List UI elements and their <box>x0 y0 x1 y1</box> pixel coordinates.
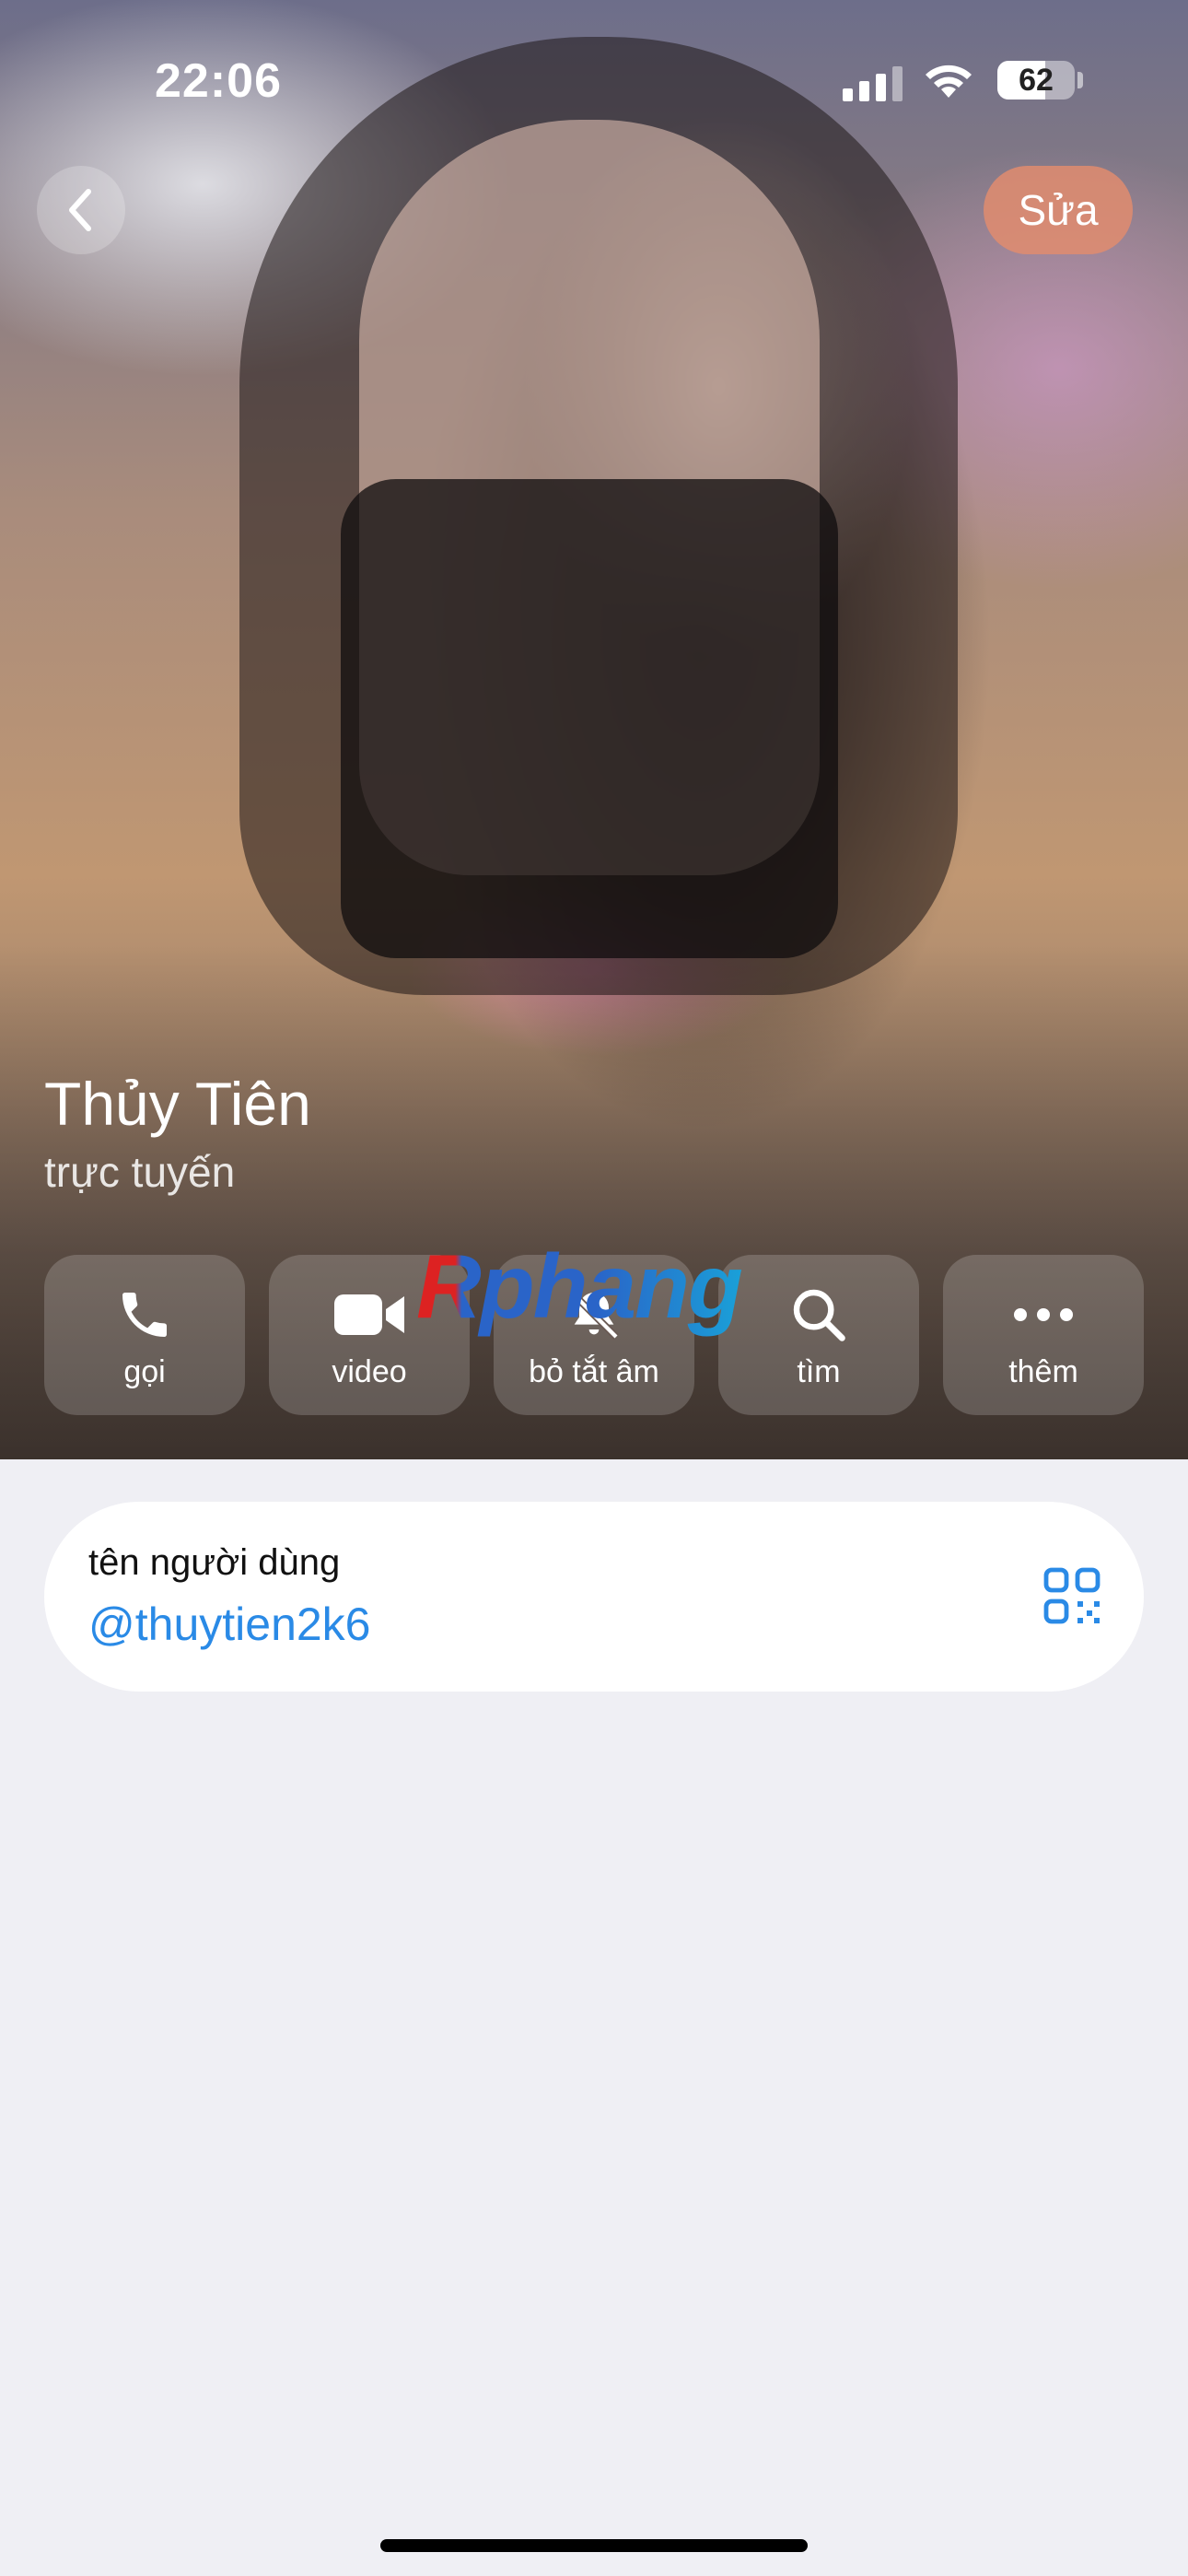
video-label: video <box>332 1354 407 1389</box>
qr-code-icon[interactable] <box>1042 1566 1101 1625</box>
photo-clothing-shape <box>341 479 838 958</box>
edit-button[interactable]: Sửa <box>984 166 1133 254</box>
contact-name: Thủy Tiên <box>44 1070 311 1138</box>
unmute-label: bỏ tắt âm <box>529 1354 659 1389</box>
username-value[interactable]: @thuytien2k6 <box>88 1598 371 1651</box>
battery-percentage: 62 <box>1019 63 1054 98</box>
wifi-icon <box>926 64 972 98</box>
back-button[interactable] <box>37 166 125 254</box>
call-label: gọi <box>123 1354 166 1389</box>
cellular-signal-icon <box>843 64 907 101</box>
more-button[interactable]: thêm <box>943 1255 1144 1415</box>
call-button[interactable]: gọi <box>44 1255 245 1415</box>
status-time: 22:06 <box>155 54 282 108</box>
watermark-logo: Rphang <box>416 1235 743 1337</box>
chevron-left-icon <box>69 189 91 231</box>
status-bar: 22:06 62 <box>0 0 1188 157</box>
username-card[interactable]: tên người dùng @thuytien2k6 <box>44 1502 1144 1692</box>
battery-icon: 62 <box>997 61 1075 100</box>
more-icon <box>1014 1308 1073 1321</box>
home-indicator[interactable] <box>380 2539 808 2552</box>
video-camera-icon <box>334 1294 404 1335</box>
presence-status: trực tuyến <box>44 1148 236 1196</box>
more-label: thêm <box>1008 1354 1078 1389</box>
username-label: tên người dùng <box>88 1542 341 1583</box>
search-label: tìm <box>797 1354 841 1389</box>
phone-icon <box>122 1293 167 1337</box>
search-icon <box>793 1289 845 1341</box>
search-button[interactable]: tìm <box>718 1255 919 1415</box>
battery-cap <box>1077 72 1083 88</box>
